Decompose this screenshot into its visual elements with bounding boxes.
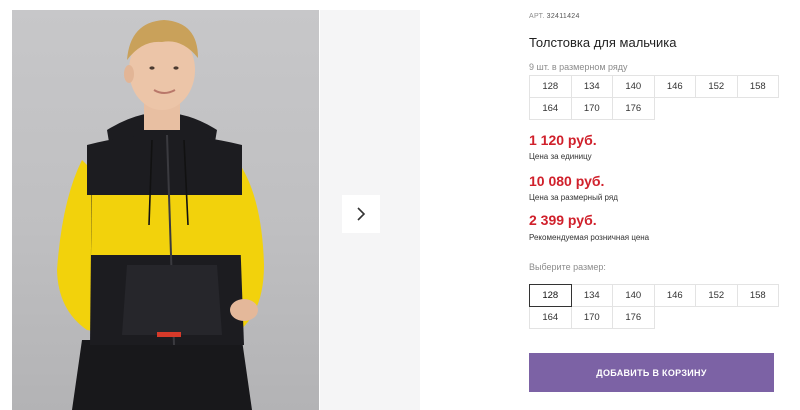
size-range-cell: 164 <box>529 97 572 120</box>
sku-label: АРТ. <box>529 13 545 20</box>
add-to-cart-button[interactable]: ДОБАВИТЬ В КОРЗИНУ <box>529 353 774 392</box>
size-range-caption: 9 шт. в размерном ряду <box>529 62 628 72</box>
size-range-grid: 128 134 140 146 152 158 164 170 176 <box>529 75 779 120</box>
range-price-label: Цена за размерный ряд <box>529 193 618 202</box>
size-option[interactable]: 170 <box>570 306 613 329</box>
unit-price-label: Цена за единицу <box>529 152 592 161</box>
product-title: Толстовка для мальчика <box>529 35 677 50</box>
size-range-cell: 146 <box>653 75 696 98</box>
size-range-cell: 176 <box>612 97 655 120</box>
size-range-cell: 128 <box>529 75 572 98</box>
size-option[interactable]: 140 <box>612 284 655 307</box>
size-range-cell: 134 <box>570 75 613 98</box>
size-option[interactable]: 146 <box>653 284 696 307</box>
size-select-grid: 128 134 140 146 152 158 164 170 176 <box>529 284 779 329</box>
retail-price: 2 399 руб. <box>529 212 597 228</box>
size-option[interactable]: 176 <box>612 306 655 329</box>
size-range-cell: 170 <box>570 97 613 120</box>
product-gallery <box>0 0 420 410</box>
size-range-cell: 140 <box>612 75 655 98</box>
sku-value: 32411424 <box>546 13 580 20</box>
range-price: 10 080 руб. <box>529 173 605 189</box>
size-range-cell: 152 <box>695 75 738 98</box>
retail-price-label: Рекомендуемая розничная цена <box>529 233 650 242</box>
size-select-caption: Выберите размер: <box>529 262 606 272</box>
chevron-right-icon <box>357 207 366 221</box>
size-option[interactable]: 158 <box>736 284 779 307</box>
product-photo[interactable] <box>12 10 319 410</box>
boy-in-hoodie-image <box>57 20 264 410</box>
gallery-next-button[interactable] <box>342 195 380 233</box>
unit-price: 1 120 руб. <box>529 132 597 148</box>
size-option[interactable]: 134 <box>570 284 613 307</box>
size-option[interactable]: 152 <box>695 284 738 307</box>
size-range-cell: 158 <box>736 75 779 98</box>
size-option[interactable]: 164 <box>529 306 572 329</box>
sku: АРТ. 32411424 <box>529 13 580 20</box>
size-option-selected[interactable]: 128 <box>529 284 572 307</box>
